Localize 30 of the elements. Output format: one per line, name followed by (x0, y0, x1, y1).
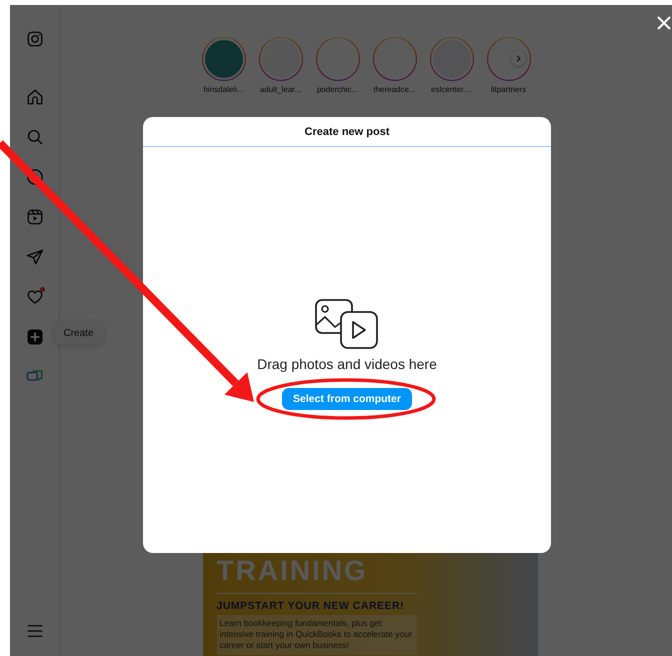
plus-square-icon[interactable] (26, 328, 44, 346)
close-icon[interactable] (657, 16, 671, 30)
video-reel-icon[interactable] (26, 208, 44, 226)
story-username: hinsdaleli... (203, 85, 244, 94)
search-icon[interactable] (26, 128, 44, 146)
compass-icon[interactable] (26, 168, 44, 186)
paper-plane-icon[interactable] (26, 248, 44, 266)
post-subheadline: JUMPSTART YOUR NEW CAREER! (216, 600, 404, 612)
story-username: adult_lear... (260, 85, 302, 94)
story-avatar[interactable] (258, 37, 302, 81)
heart-icon[interactable] (26, 288, 44, 306)
post-headline: TRAINING (216, 557, 368, 585)
story-username: poderchic... (316, 85, 358, 94)
select-from-computer-button[interactable]: Select from computer (282, 388, 412, 410)
menu-icon[interactable] (26, 622, 44, 640)
story-avatar[interactable] (316, 37, 360, 81)
camera-logo-icon[interactable] (26, 30, 44, 48)
story-avatar[interactable] (202, 37, 246, 81)
story-avatar[interactable] (486, 37, 530, 81)
photo-video-icon (314, 298, 380, 350)
tooltip: Create (54, 322, 104, 345)
home-icon[interactable] (26, 88, 44, 106)
story-username: litpartners (490, 85, 526, 94)
chevron-icon (514, 55, 522, 62)
story-username: eslcenter.... (431, 85, 472, 94)
story-avatar[interactable] (372, 37, 416, 81)
story-username: thereadce... (373, 85, 416, 94)
story-avatar[interactable] (430, 37, 474, 81)
drag-prompt: Drag photos and videos here (257, 356, 437, 372)
modal-title: Create new post (304, 126, 390, 138)
